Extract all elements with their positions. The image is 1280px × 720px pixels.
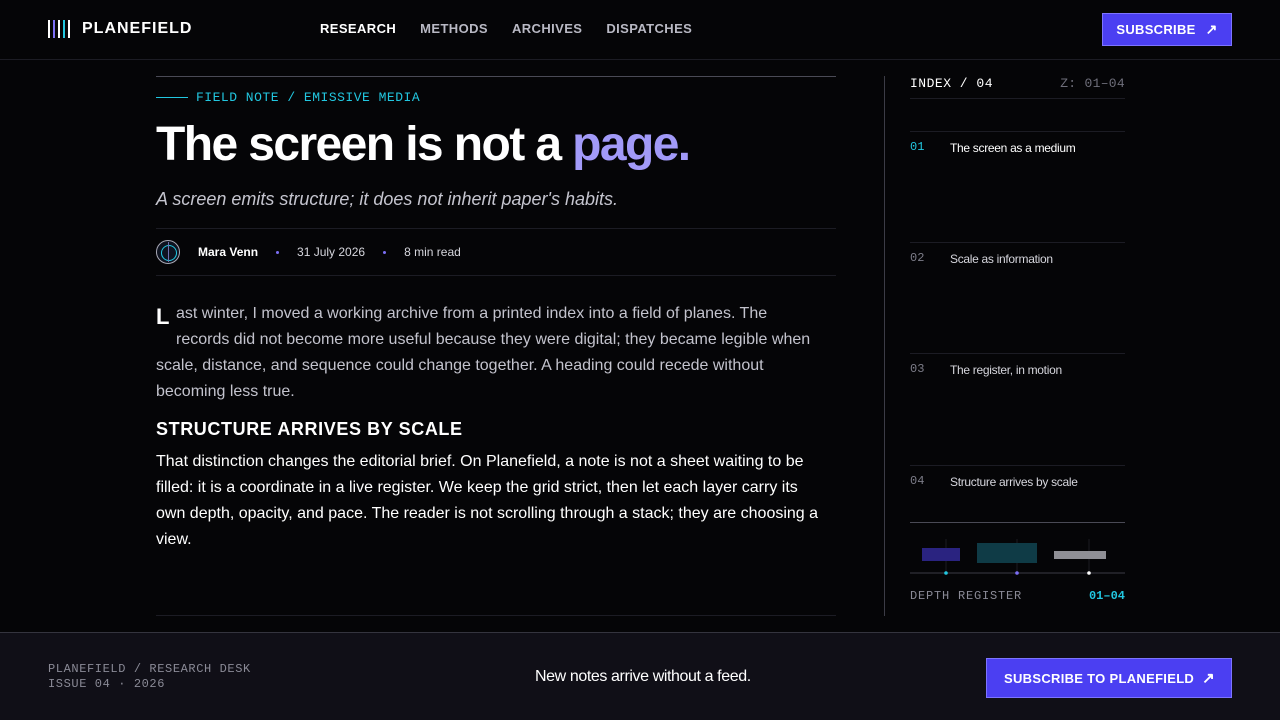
kicker-text: FIELD NOTE / EMISSIVE MEDIA: [196, 90, 421, 105]
footer-credits: PLANEFIELD / RESEARCH DESK ISSUE 04 · 20…: [48, 662, 251, 692]
publish-date: 31 July 2026: [297, 245, 366, 259]
article-kicker: FIELD NOTE / EMISSIVE MEDIA: [156, 90, 420, 105]
index-item-label: The screen as a medium: [950, 141, 1076, 155]
footer-tagline: New notes arrive without a feed.: [535, 668, 751, 685]
nav-research[interactable]: RESEARCH: [320, 21, 396, 36]
index-range: Z: 01–04: [1060, 76, 1125, 91]
index-title: INDEX / 04: [910, 76, 994, 91]
index-item-number: 02: [910, 251, 925, 265]
index-sidebar: INDEX / 04 Z: 01–04 01 The screen as a m…: [884, 76, 1125, 616]
index-item-label: Scale as information: [950, 252, 1053, 266]
depth-layer-03: [1054, 551, 1106, 559]
footer-issue: ISSUE 04 · 2026: [48, 677, 166, 691]
article-paragraph-2: That distinction changes the editorial b…: [156, 453, 819, 548]
depth-marker-03: [1087, 571, 1091, 575]
index-item-02[interactable]: 02 Scale as information: [910, 242, 1125, 353]
brand-name: PLANEFIELD: [82, 20, 193, 37]
kicker-rule: [156, 97, 188, 98]
index-header: INDEX / 04 Z: 01–04: [910, 76, 1125, 99]
article: FIELD NOTE / EMISSIVE MEDIA The screen i…: [156, 76, 836, 616]
planefield-logo-icon: [48, 19, 70, 39]
depth-register: DEPTH REGISTER 01–04: [910, 522, 1125, 616]
index-item-number: 01: [910, 140, 925, 154]
separator-dot: [276, 250, 280, 254]
drop-cap: L: [156, 304, 170, 329]
index-item-number: 04: [910, 474, 925, 488]
article-title-accent: page.: [572, 118, 691, 171]
subscribe-button-label: SUBSCRIBE: [1116, 22, 1196, 37]
author-name[interactable]: Mara Venn: [198, 245, 258, 259]
article-dek: A screen emits structure; it does not in…: [156, 189, 618, 209]
index-item-label: The register, in motion: [950, 363, 1062, 377]
nav-dispatches[interactable]: DISPATCHES: [606, 21, 692, 36]
depth-marker-01: [944, 571, 948, 575]
article-paragraph-1: Last winter, I moved a working archive f…: [156, 301, 816, 405]
depth-register-graphic: [910, 539, 1125, 575]
subscribe-button[interactable]: SUBSCRIBE ↗: [1102, 13, 1232, 46]
article-title: The screen is not a page.: [156, 117, 691, 172]
index-item-03[interactable]: 03 The register, in motion: [910, 353, 1125, 464]
main-nav: RESEARCH METHODS ARCHIVES DISPATCHES: [320, 21, 692, 36]
index-item-number: 03: [910, 362, 925, 376]
paragraph-1-text: ast winter, I moved a working archive fr…: [156, 305, 811, 400]
subscribe-to-planefield-button[interactable]: SUBSCRIBE TO PLANEFIELD ↗: [986, 658, 1232, 698]
read-time: 8 min read: [404, 245, 461, 259]
author-avatar[interactable]: [156, 240, 180, 264]
depth-register-label: DEPTH REGISTER: [910, 589, 1023, 603]
depth-register-range: 01–04: [1088, 589, 1125, 603]
index-item-label: Structure arrives by scale: [950, 475, 1078, 489]
depth-layer-01: [922, 548, 960, 561]
article-title-main: The screen is not a: [156, 118, 573, 171]
byline: Mara Venn 31 July 2026 8 min read: [156, 228, 836, 276]
depth-marker-02: [1015, 571, 1019, 575]
brand-logo[interactable]: PLANEFIELD: [48, 18, 192, 40]
nav-archives[interactable]: ARCHIVES: [512, 21, 582, 36]
arrow-up-right-icon: ↗: [1202, 670, 1215, 687]
depth-layer-02: [977, 543, 1037, 563]
arrow-up-right-icon: ↗: [1205, 21, 1218, 37]
footer-desk: PLANEFIELD / RESEARCH DESK: [48, 662, 251, 676]
index-item-01[interactable]: 01 The screen as a medium: [910, 131, 1125, 242]
section-heading: STRUCTURE ARRIVES BY SCALE: [156, 419, 463, 439]
footer-cta-label: SUBSCRIBE TO PLANEFIELD: [1004, 670, 1195, 686]
footer: PLANEFIELD / RESEARCH DESK ISSUE 04 · 20…: [0, 632, 1280, 720]
nav-methods[interactable]: METHODS: [420, 21, 488, 36]
top-navigation-bar: PLANEFIELD RESEARCH METHODS ARCHIVES DIS…: [0, 0, 1280, 60]
separator-dot: [383, 250, 387, 254]
